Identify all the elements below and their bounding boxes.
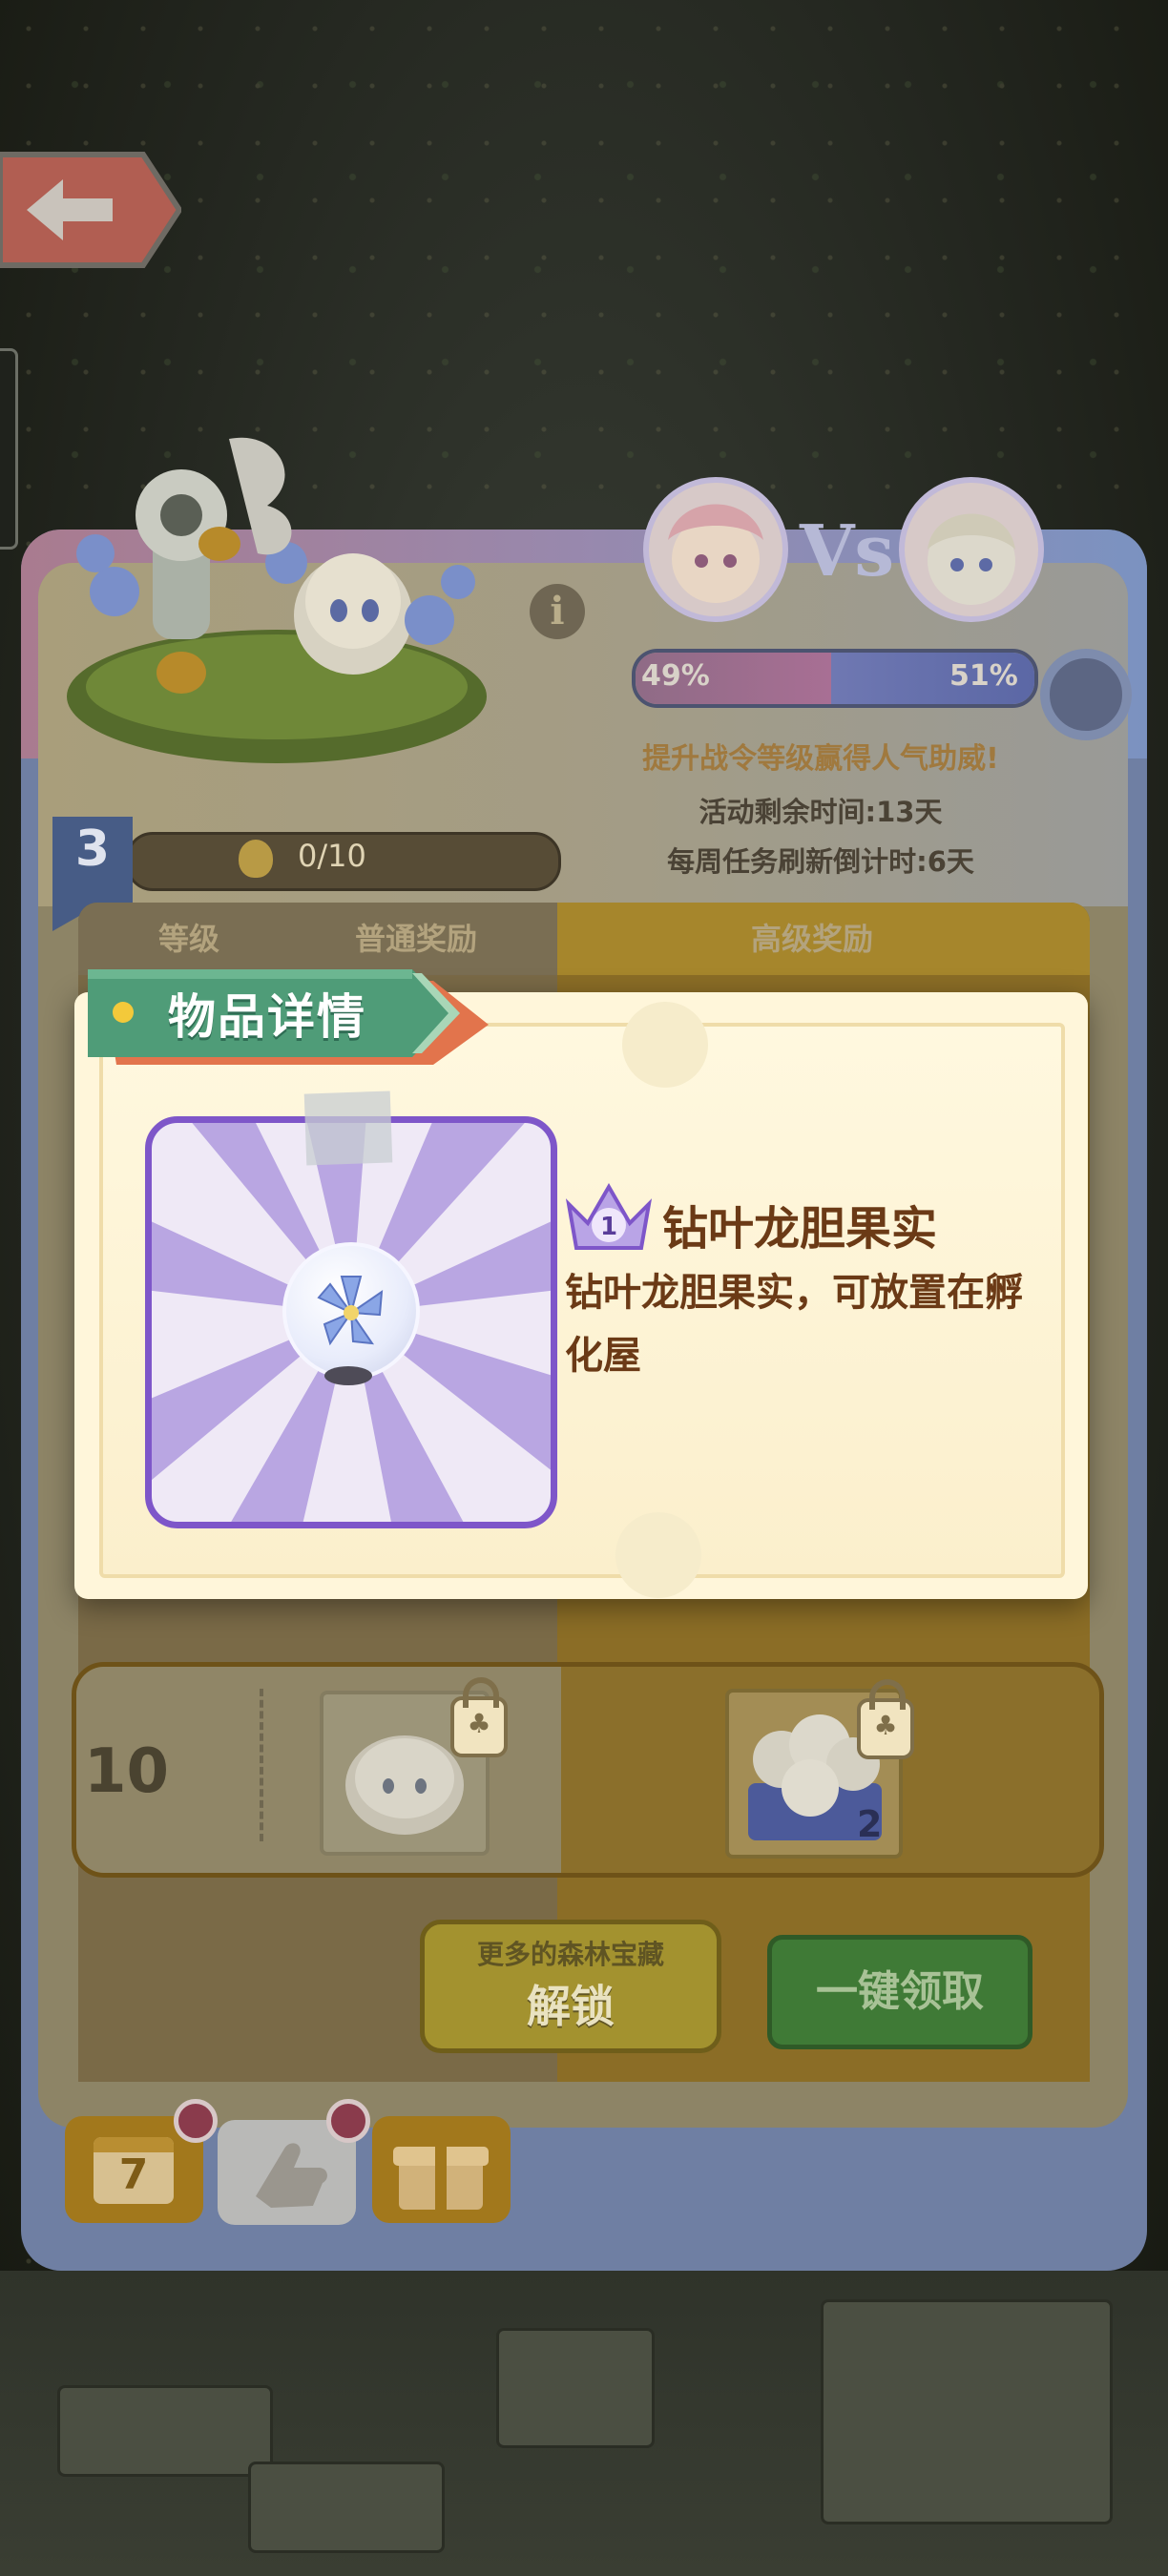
title-bullet	[113, 1002, 134, 1023]
egg-icon	[239, 840, 273, 878]
team-left-avatar[interactable]	[643, 477, 788, 622]
notification-dot	[174, 2099, 218, 2143]
team-right-avatar[interactable]	[899, 477, 1044, 622]
lock-icon	[857, 1679, 914, 1759]
unlock-button[interactable]: 更多的森林宝藏 解锁	[420, 1920, 721, 2053]
weekly-refresh-countdown: 每周任务刷新倒计时:6天	[667, 845, 974, 878]
back-button[interactable]	[0, 145, 181, 275]
unlock-button-subtitle: 更多的森林宝藏	[476, 1939, 664, 1970]
item-description: 钻叶龙胆果实，可放置在孵化屋	[565, 1271, 1023, 1378]
gift-icon	[393, 2147, 489, 2210]
vote-right-percent: 51%	[949, 659, 1018, 693]
item-name: 钻叶龙胆果实	[662, 1202, 938, 1256]
item-level-number: 1	[600, 1213, 617, 1241]
reward-row-level: 10	[83, 1736, 170, 1807]
promo-text: 提升战令等级赢得人气助威!	[642, 742, 999, 776]
claim-all-button[interactable]: 一键领取	[767, 1935, 1032, 2049]
reward-row	[72, 1662, 1104, 1878]
event-time-remaining: 活动剩余时间:13天	[699, 796, 943, 828]
side-handle[interactable]	[0, 348, 18, 550]
decor-blob	[615, 1512, 701, 1598]
tape-decoration	[303, 1091, 393, 1166]
decor-blob	[622, 1002, 708, 1088]
premium-reward-count: 2	[857, 1803, 883, 1845]
modal-title: 物品详情	[168, 989, 366, 1045]
header-premium-reward: 高级奖励	[751, 921, 874, 957]
unlock-button-label: 解锁	[527, 1981, 615, 2032]
hero-scene-art	[67, 437, 487, 763]
flower-icon	[317, 1276, 384, 1346]
background-scene	[0, 2271, 1168, 2576]
scene-building	[821, 2299, 1113, 2524]
row-divider	[260, 1689, 263, 1841]
info-icon[interactable]: i	[530, 584, 585, 639]
scene-building	[57, 2385, 273, 2477]
vote-left-percent: 49%	[641, 659, 710, 693]
item-shadow	[324, 1366, 372, 1385]
wreath-reward-icon[interactable]	[1040, 649, 1132, 740]
gentian-fruit-item	[282, 1242, 420, 1380]
current-level: 3	[74, 821, 111, 878]
scene-building	[248, 2462, 445, 2553]
vs-label: Vs	[800, 510, 895, 592]
lock-icon	[450, 1677, 508, 1757]
scene-building	[496, 2328, 655, 2448]
crown-level-icon: 1	[565, 1183, 653, 1250]
calendar-icon: 7	[94, 2137, 174, 2204]
notification-dot	[326, 2099, 370, 2143]
tab-gift[interactable]	[372, 2116, 511, 2223]
xp-progress-text: 0/10	[298, 838, 366, 874]
